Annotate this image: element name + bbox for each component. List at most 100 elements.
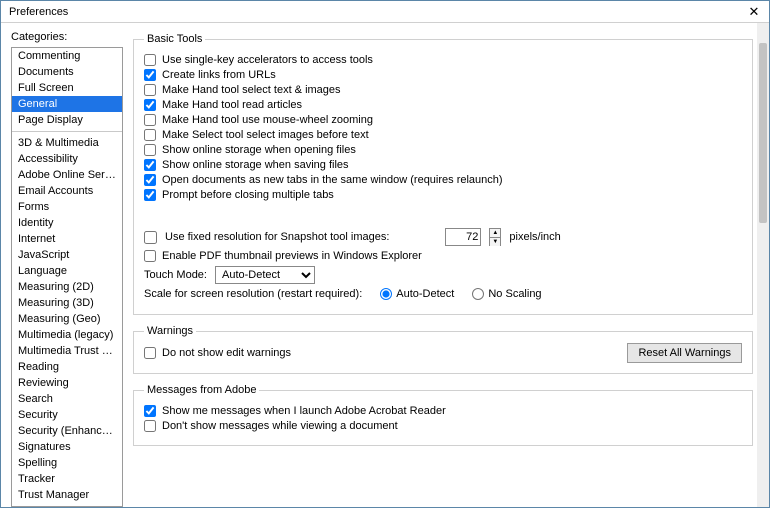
preferences-window: Preferences ✕ Categories: CommentingDocu… <box>0 0 770 508</box>
sidebar-item[interactable]: Commenting <box>12 48 122 64</box>
close-button[interactable]: ✕ <box>743 3 765 21</box>
basic-tools-option: Show online storage when opening files <box>144 144 742 156</box>
titlebar: Preferences ✕ <box>1 1 769 23</box>
snapshot-spinner[interactable]: ▲▼ <box>489 228 501 246</box>
sidebar-item[interactable]: Tracker <box>12 471 122 487</box>
scale-auto-label: Auto-Detect <box>396 288 454 300</box>
warnings-label: Do not show edit warnings <box>162 347 291 359</box>
option-label: Open documents as new tabs in the same w… <box>162 174 503 186</box>
warnings-group: Warnings Do not show edit warnings Reset… <box>133 325 753 374</box>
sidebar-item[interactable]: Accessibility <box>12 151 122 167</box>
messages-option: Don't show messages while viewing a docu… <box>144 420 742 432</box>
option-checkbox[interactable] <box>144 174 156 186</box>
sidebar-item[interactable]: Signatures <box>12 439 122 455</box>
sidebar-item[interactable]: Language <box>12 263 122 279</box>
option-checkbox[interactable] <box>144 405 156 417</box>
sidebar-item[interactable]: Trust Manager <box>12 487 122 503</box>
option-label: Create links from URLs <box>162 69 276 81</box>
messages-legend: Messages from Adobe <box>144 384 259 396</box>
sidebar-item[interactable]: Forms <box>12 199 122 215</box>
basic-tools-option: Make Select tool select images before te… <box>144 129 742 141</box>
option-label: Make Hand tool select text & images <box>162 84 341 96</box>
window-title: Preferences <box>9 6 68 18</box>
sidebar-item[interactable]: Measuring (Geo) <box>12 311 122 327</box>
sidebar-item[interactable]: Security (Enhanced) <box>12 423 122 439</box>
basic-tools-option: Use single-key accelerators to access to… <box>144 54 742 66</box>
option-checkbox[interactable] <box>144 69 156 81</box>
scrollbar-thumb[interactable] <box>759 43 767 223</box>
option-checkbox[interactable] <box>144 189 156 201</box>
scrollbar[interactable] <box>757 23 769 507</box>
warnings-checkbox[interactable] <box>144 347 156 359</box>
option-label: Show me messages when I launch Adobe Acr… <box>162 405 446 417</box>
sidebar-item[interactable]: Email Accounts <box>12 183 122 199</box>
sidebar-item[interactable]: Spelling <box>12 455 122 471</box>
sidebar-item[interactable]: Measuring (3D) <box>12 295 122 311</box>
thumbnail-checkbox[interactable] <box>144 250 156 262</box>
basic-tools-option: Prompt before closing multiple tabs <box>144 189 742 201</box>
spinner-up-icon[interactable]: ▲ <box>490 229 500 238</box>
snapshot-value-input[interactable] <box>445 228 481 246</box>
sidebar-item[interactable]: Reviewing <box>12 375 122 391</box>
main-panel[interactable]: Basic Tools Use single-key accelerators … <box>129 23 769 507</box>
sidebar-item[interactable]: Units <box>12 503 122 507</box>
sidebar-item[interactable]: JavaScript <box>12 247 122 263</box>
touch-mode-label: Touch Mode: <box>144 269 207 281</box>
basic-tools-option: Make Hand tool read articles <box>144 99 742 111</box>
option-checkbox[interactable] <box>144 420 156 432</box>
scale-noscaling-radio[interactable] <box>472 288 484 300</box>
option-label: Show online storage when saving files <box>162 159 349 171</box>
sidebar-item[interactable]: Security <box>12 407 122 423</box>
sidebar-item[interactable]: Measuring (2D) <box>12 279 122 295</box>
reset-warnings-button[interactable]: Reset All Warnings <box>627 343 742 363</box>
option-label: Make Hand tool use mouse-wheel zooming <box>162 114 373 126</box>
sidebar-item[interactable]: Internet <box>12 231 122 247</box>
spinner-down-icon[interactable]: ▼ <box>490 238 500 246</box>
sidebar-item[interactable]: Multimedia Trust (legacy) <box>12 343 122 359</box>
snapshot-label: Use fixed resolution for Snapshot tool i… <box>165 231 389 243</box>
sidebar-item[interactable]: Identity <box>12 215 122 231</box>
warnings-legend: Warnings <box>144 325 196 337</box>
sidebar-item[interactable]: Full Screen <box>12 80 122 96</box>
option-checkbox[interactable] <box>144 99 156 111</box>
basic-tools-option: Make Hand tool select text & images <box>144 84 742 96</box>
sidebar-item[interactable]: Reading <box>12 359 122 375</box>
categories-label: Categories: <box>11 31 123 43</box>
messages-option: Show me messages when I launch Adobe Acr… <box>144 405 742 417</box>
sidebar-item[interactable]: Documents <box>12 64 122 80</box>
messages-group: Messages from Adobe Show me messages whe… <box>133 384 753 446</box>
option-checkbox[interactable] <box>144 84 156 96</box>
touch-mode-select[interactable]: Auto-Detect <box>215 266 315 284</box>
scale-row: Scale for screen resolution (restart req… <box>144 288 742 300</box>
option-checkbox[interactable] <box>144 54 156 66</box>
snapshot-row: Use fixed resolution for Snapshot tool i… <box>144 228 742 246</box>
basic-tools-option: Create links from URLs <box>144 69 742 81</box>
categories-box: CommentingDocumentsFull ScreenGeneralPag… <box>11 47 123 507</box>
option-checkbox[interactable] <box>144 114 156 126</box>
categories-list[interactable]: CommentingDocumentsFull ScreenGeneralPag… <box>12 48 122 507</box>
option-label: Make Hand tool read articles <box>162 99 302 111</box>
touch-mode-row: Touch Mode: Auto-Detect <box>144 266 742 284</box>
option-checkbox[interactable] <box>144 129 156 141</box>
sidebar-item[interactable]: General <box>12 96 122 112</box>
option-label: Make Select tool select images before te… <box>162 129 369 141</box>
sidebar-item[interactable]: Search <box>12 391 122 407</box>
option-label: Show online storage when opening files <box>162 144 356 156</box>
window-body: Categories: CommentingDocumentsFull Scre… <box>1 23 769 507</box>
sidebar-item[interactable]: Page Display <box>12 112 122 128</box>
thumbnail-row: Enable PDF thumbnail previews in Windows… <box>144 250 742 262</box>
thumbnail-label: Enable PDF thumbnail previews in Windows… <box>162 250 422 262</box>
basic-tools-group: Basic Tools Use single-key accelerators … <box>133 33 753 315</box>
snapshot-unit: pixels/inch <box>509 231 560 243</box>
option-checkbox[interactable] <box>144 144 156 156</box>
option-label: Don't show messages while viewing a docu… <box>162 420 398 432</box>
snapshot-checkbox[interactable] <box>144 231 157 244</box>
option-checkbox[interactable] <box>144 159 156 171</box>
sidebar-item[interactable]: Adobe Online Services <box>12 167 122 183</box>
basic-tools-legend: Basic Tools <box>144 33 205 45</box>
scale-auto-radio[interactable] <box>380 288 392 300</box>
scale-noscaling-label: No Scaling <box>488 288 541 300</box>
sidebar: Categories: CommentingDocumentsFull Scre… <box>1 23 129 507</box>
sidebar-item[interactable]: Multimedia (legacy) <box>12 327 122 343</box>
sidebar-item[interactable]: 3D & Multimedia <box>12 135 122 151</box>
